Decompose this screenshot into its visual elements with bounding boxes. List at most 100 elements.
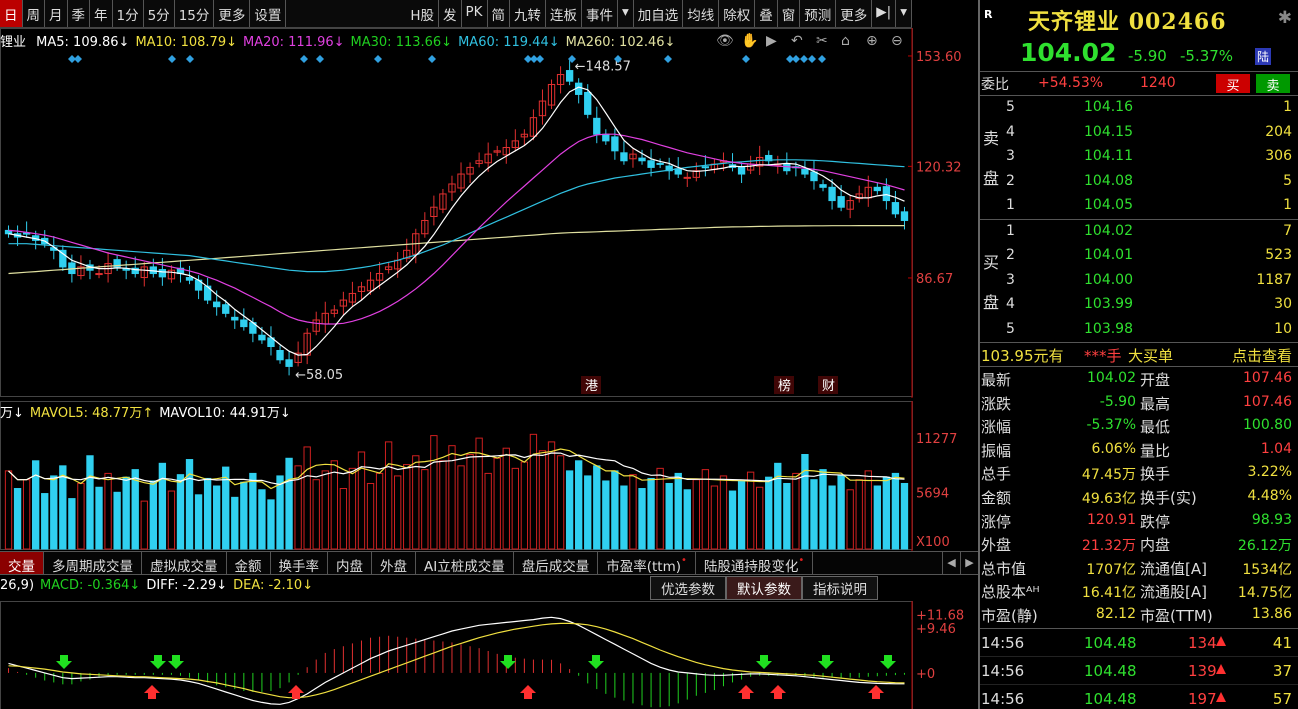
- ask-row[interactable]: 1 104.05 1: [980, 194, 1298, 219]
- volume-bar: [484, 472, 492, 550]
- stat-value: 1707亿: [1086, 561, 1136, 578]
- indicator-tab[interactable]: 内盘: [328, 552, 372, 575]
- big-order-row[interactable]: 103.95元有 ***手 大买单 点击查看: [980, 343, 1298, 367]
- bid-row[interactable]: 3 104.00 1187: [980, 269, 1298, 294]
- price-chart[interactable]: 153.60 120.32 86.67 ←148.57 ←58.05 港 榜 财 👁 ✋ ▶ ↶ ✂ ⌂ ⊕…: [0, 28, 978, 398]
- tool-button[interactable]: 预测: [800, 0, 837, 27]
- tool-button[interactable]: 更多: [836, 0, 873, 27]
- ask-row[interactable]: 4 104.15 204: [980, 121, 1298, 146]
- indicator-tab[interactable]: 市盈率(ttm): [598, 552, 696, 575]
- indicator-tab[interactable]: 换手率: [271, 552, 328, 575]
- indicator-tab[interactable]: AI立桩成交量: [416, 552, 514, 575]
- indicator-tabs: 交量 多周期成交量 虚拟成交量 金额 换手率 内盘 外盘 AI立桩成交量 盘后成交量 市盈率(tt…: [0, 551, 978, 575]
- volume-bar: [692, 479, 700, 550]
- chart-tool-icon[interactable]: ✂: [816, 33, 828, 49]
- tool-button[interactable]: 除权: [719, 0, 756, 27]
- indicator-tab[interactable]: 交量: [0, 552, 44, 575]
- sell-button[interactable]: 卖: [1256, 74, 1290, 94]
- volume-bar: [158, 462, 167, 550]
- indicator-tab[interactable]: 外盘: [372, 552, 416, 575]
- chart-tool-icon[interactable]: ↶: [791, 33, 803, 49]
- candle-body: [222, 304, 230, 314]
- chart-tool-icon[interactable]: ⊕: [866, 33, 878, 49]
- bid-row[interactable]: 2 104.01 523: [980, 244, 1298, 269]
- macd-param-button[interactable]: 优选参数: [650, 576, 726, 600]
- volume-bar: [312, 479, 320, 550]
- event-mark[interactable]: 港: [585, 379, 598, 394]
- bid-row[interactable]: 4 103.99 30: [980, 293, 1298, 318]
- tool-button[interactable]: 九转: [510, 0, 546, 27]
- tool-button[interactable]: H股: [406, 0, 439, 27]
- tool-button[interactable]: 叠: [755, 0, 778, 27]
- candle-body: [683, 176, 691, 179]
- chart-tool-icon[interactable]: ⌂: [841, 33, 850, 49]
- volume-bar: [77, 482, 85, 550]
- volume-chart[interactable]: 11277 5694 X100: [0, 401, 978, 551]
- volume-bar: [22, 479, 31, 550]
- period-button[interactable]: 月: [45, 0, 68, 27]
- gear-icon[interactable]: ✱: [1278, 8, 1292, 28]
- tool-button[interactable]: ▶|: [872, 0, 897, 27]
- period-button[interactable]: 15分: [175, 0, 215, 27]
- scroll-right-icon[interactable]: ▶: [960, 552, 978, 574]
- tool-button[interactable]: 简: [488, 0, 510, 27]
- big-order-link[interactable]: 点击查看: [1232, 345, 1292, 366]
- period-button[interactable]: 更多: [214, 0, 251, 27]
- event-mark[interactable]: 财: [822, 379, 835, 394]
- period-button[interactable]: 日: [0, 0, 23, 27]
- indicator-tab[interactable]: 多周期成交量: [44, 552, 142, 575]
- buy-button[interactable]: 买: [1216, 74, 1250, 94]
- indicator-tab[interactable]: 陆股通持股变化: [696, 552, 814, 575]
- scroll-left-icon[interactable]: ◀: [942, 552, 960, 574]
- quote-header: R 天齐锂业 002466 ✱ 104.02 -5.90 -5.37% 陆: [980, 0, 1298, 72]
- stat-value: 13.86: [1251, 605, 1292, 622]
- candle-body: [565, 70, 574, 82]
- tool-button[interactable]: ▾: [896, 0, 912, 27]
- volume-bar: [620, 485, 628, 550]
- stat-label: 量比: [1140, 441, 1171, 460]
- ask-row[interactable]: 2 104.08 5: [980, 170, 1298, 195]
- signal-diamond: [168, 55, 176, 63]
- volume-bar: [765, 476, 773, 550]
- event-mark[interactable]: 榜: [778, 378, 791, 394]
- bid-row[interactable]: 1 104.02 7: [980, 220, 1298, 245]
- chart-tool-icon[interactable]: ✋: [741, 32, 758, 49]
- indicator-tab[interactable]: 金额: [227, 552, 271, 575]
- tool-button[interactable]: ▾: [618, 0, 634, 27]
- tool-button[interactable]: 加自选: [634, 0, 684, 27]
- tool-button[interactable]: 窗: [778, 0, 801, 27]
- period-button[interactable]: 季: [68, 0, 90, 27]
- volume-bar: [746, 471, 755, 550]
- lu-badge[interactable]: 陆: [1255, 48, 1272, 65]
- period-button[interactable]: 5分: [144, 0, 175, 27]
- period-button[interactable]: 设置: [250, 0, 287, 27]
- tool-button[interactable]: 事件: [582, 0, 618, 27]
- stat-value: -5.90: [1099, 393, 1136, 410]
- volume-bar: [68, 498, 76, 550]
- period-button[interactable]: 年: [90, 0, 113, 27]
- tool-button[interactable]: PK: [462, 0, 488, 27]
- indicator-tab[interactable]: 虚拟成交量: [142, 552, 227, 575]
- signal-diamond: [808, 55, 816, 63]
- bid-row[interactable]: 5 103.98 10: [980, 318, 1298, 343]
- chart-tool-icon[interactable]: ⊖: [891, 33, 903, 49]
- dea-line: [8, 622, 905, 699]
- chart-tool-icon[interactable]: 👁: [716, 33, 734, 49]
- tool-button[interactable]: 发: [439, 0, 462, 27]
- macd-chart[interactable]: +11.68+9.46+00203040506070809: [0, 601, 978, 709]
- ask-row[interactable]: 3 104.11 306: [980, 145, 1298, 170]
- stat-value: 6.06%: [1091, 440, 1136, 457]
- tool-button[interactable]: 连板: [546, 0, 582, 27]
- chart-tool-icon[interactable]: ▶: [766, 33, 777, 49]
- volume-bar: [873, 485, 881, 550]
- period-button[interactable]: 1分: [113, 0, 144, 27]
- macd-param-button[interactable]: 默认参数: [726, 576, 802, 600]
- period-button[interactable]: 周: [23, 0, 45, 27]
- indicator-tab[interactable]: 盘后成交量: [514, 552, 599, 575]
- macd-param-button[interactable]: 指标说明: [802, 576, 878, 600]
- tool-button[interactable]: 均线: [683, 0, 720, 27]
- candle-body: [828, 186, 836, 202]
- signal-diamond: [664, 55, 672, 63]
- signal-diamond: [374, 55, 382, 63]
- ask-row[interactable]: 5 104.16 1: [980, 96, 1298, 121]
